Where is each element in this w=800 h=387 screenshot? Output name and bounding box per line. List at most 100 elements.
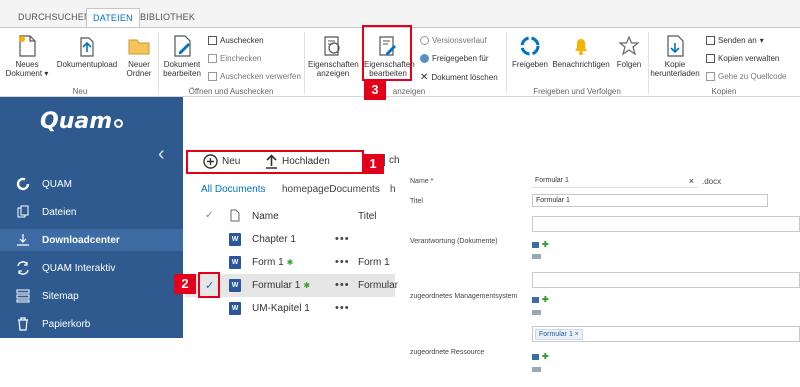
tab-dateien[interactable]: DATEIEN [86, 8, 140, 28]
managementsystem-input[interactable] [532, 272, 800, 288]
column-header-titel[interactable]: Titel [358, 211, 377, 222]
word-document-icon: W [229, 302, 241, 315]
clear-name-icon[interactable]: × [689, 176, 694, 186]
row-titel: Formular [358, 280, 399, 291]
verantwortung-input[interactable] [532, 216, 800, 232]
checkin-icon [208, 54, 217, 63]
shared-with-button[interactable]: Freigegeben für [420, 54, 488, 63]
browse-icon[interactable] [532, 310, 541, 315]
ribbon-separator [648, 32, 649, 94]
group-label-oeffnen: Öffnen und Auschecken [188, 87, 274, 96]
nav-item-downloadcenter[interactable]: Downloadcenter [0, 229, 183, 251]
new-document-button[interactable]: Neues Dokument ▾ [4, 34, 50, 78]
edit-document-button[interactable]: Dokument bearbeiten [161, 34, 203, 78]
row-name[interactable]: Formular 1 ✱ [252, 280, 310, 291]
row-menu-ellipsis[interactable]: ••• [335, 256, 350, 268]
send-to-button[interactable]: Senden an ▾ [706, 36, 764, 45]
nav-item-dateien[interactable]: Dateien [0, 201, 183, 223]
nav-item-quam[interactable]: QUAM [0, 173, 183, 195]
ressource-input[interactable]: Formular 1 × [532, 326, 800, 342]
delete-document-button[interactable]: ✕ Dokument löschen [420, 72, 498, 83]
view-properties-button[interactable]: Eigenschaften anzeigen [308, 34, 359, 78]
ribbon-separator [304, 32, 305, 94]
files-icon [12, 205, 34, 219]
select-all-checkmark[interactable]: ✓ [205, 210, 213, 221]
nav-item-quam-interaktiv[interactable]: QUAM Interaktiv [0, 257, 183, 279]
tab-durchsuchen[interactable]: DURCHSUCHEN [12, 8, 97, 28]
collapse-nav-icon[interactable]: ‹ [158, 143, 165, 166]
address-book-icon[interactable] [532, 354, 539, 360]
row-menu-ellipsis[interactable]: ••• [335, 279, 350, 291]
discard-checkout-button[interactable]: Auschecken verwerfen [208, 72, 301, 81]
row-name[interactable]: UM-Kapitel 1 [252, 303, 310, 314]
add-plus-icon[interactable]: ✚ [542, 353, 549, 361]
manage-copies-icon [706, 54, 715, 63]
group-label-kopien: Kopien [711, 87, 737, 96]
bell-icon [575, 39, 587, 55]
nav-item-label: Downloadcenter [42, 234, 120, 246]
address-book-icon[interactable] [532, 242, 539, 248]
add-plus-icon[interactable]: ✚ [542, 241, 549, 249]
download-icon [12, 233, 34, 247]
list-row[interactable]: W Form 1 ✱ ••• Form 1 [185, 251, 395, 274]
new-folder-button[interactable]: Neuer Ordner [122, 34, 156, 78]
ressource-token[interactable]: Formular 1 × [535, 329, 583, 340]
tab-bibliothek[interactable]: BIBLIOTHEK [134, 8, 201, 28]
manage-copies-button[interactable]: Kopien verwalten [706, 54, 779, 63]
new-item-icon: ✱ [303, 281, 311, 290]
discard-checkout-label: Auschecken verwerfen [220, 72, 301, 81]
ribbon-tabs: DURCHSUCHEN DATEIEN BIBLIOTHEK [0, 0, 800, 28]
callout-badge-3: 3 [364, 80, 386, 100]
share-button[interactable]: Freigeben [510, 34, 550, 69]
notify-button[interactable]: Benachrichtigen [552, 34, 610, 69]
group-label-freigeben: Freigeben und Verfolgen [533, 87, 621, 96]
list-row[interactable]: W Chapter 1 ••• [185, 228, 395, 251]
checkin-button[interactable]: Einchecken [208, 54, 261, 63]
file-extension: .docx [702, 177, 722, 186]
go-to-source-button[interactable]: Gehe zu Quellcode [706, 72, 787, 81]
view-properties-icon [324, 36, 340, 56]
shared-with-label: Freigegeben für [432, 54, 489, 63]
row-menu-ellipsis[interactable]: ••• [335, 233, 350, 245]
nav-item-papierkorb[interactable]: Papierkorb [0, 313, 183, 335]
download-copy-button[interactable]: Kopie herunterladen [650, 34, 700, 78]
titel-label: Titel [410, 198, 423, 205]
callout-badge-1: 1 [362, 154, 384, 174]
download-copy-label: Kopie herunterladen [650, 60, 700, 78]
logo-mark-icon [114, 119, 123, 128]
add-plus-icon[interactable]: ✚ [542, 296, 549, 304]
ressource-picker: ✚ [532, 353, 549, 361]
name-input[interactable]: Formular 1 × [532, 175, 698, 188]
view-homepage-documents[interactable]: homepageDocuments [282, 184, 380, 195]
nav-item-label: Papierkorb [42, 318, 91, 330]
word-document-icon: W [229, 256, 241, 269]
nav-item-label: Dateien [42, 206, 77, 218]
row-menu-ellipsis[interactable]: ••• [335, 302, 350, 314]
upload-document-label: Dokumentupload [56, 60, 118, 69]
follow-button[interactable]: Folgen [614, 34, 644, 69]
checkout-button[interactable]: Auschecken [208, 36, 264, 45]
titel-input[interactable]: Formular 1 [532, 194, 768, 207]
download-icon [667, 35, 684, 57]
browse-icon[interactable] [532, 254, 541, 259]
address-book-icon[interactable] [532, 297, 539, 303]
trash-icon [12, 317, 34, 331]
view-properties-label: Eigenschaften anzeigen [308, 60, 359, 78]
send-to-label: Senden an [718, 36, 757, 45]
star-icon [618, 35, 640, 56]
browse-icon[interactable] [532, 367, 541, 372]
ressource-label: zugeordnete Ressource [410, 349, 485, 356]
upload-document-button[interactable]: Dokumentupload [56, 34, 118, 69]
list-row[interactable]: W UM-Kapitel 1 ••• [185, 297, 395, 320]
shared-with-icon [420, 54, 429, 63]
version-history-button[interactable]: Versionsverlauf [420, 36, 487, 45]
nav-item-sitemap[interactable]: Sitemap [0, 285, 183, 307]
new-document-icon [19, 35, 36, 57]
view-all-documents[interactable]: All Documents [201, 184, 265, 195]
name-input-value: Formular 1 [535, 177, 569, 184]
view-more[interactable]: h [390, 184, 396, 195]
row-name[interactable]: Chapter 1 [252, 234, 296, 245]
share-label: Freigeben [511, 60, 549, 69]
column-header-name[interactable]: Name [252, 211, 279, 222]
row-name[interactable]: Form 1 ✱ [252, 257, 293, 268]
